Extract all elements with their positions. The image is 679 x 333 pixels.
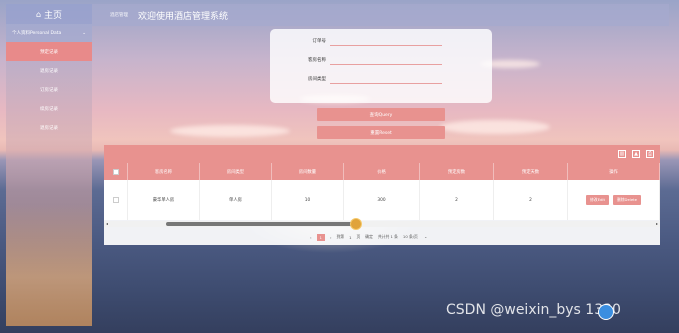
drag-handle-icon[interactable] <box>350 218 362 230</box>
sidebar-item-return[interactable]: 退房记录 <box>6 118 92 137</box>
room-type-input[interactable] <box>330 74 442 84</box>
column-header[interactable]: 预定天数 <box>494 163 568 180</box>
column-header[interactable]: 房间数量 <box>272 163 344 180</box>
page-suffix: 页 <box>356 234 361 239</box>
watermark-badge-icon <box>598 304 614 320</box>
chevron-down-icon: ⌄ <box>424 234 428 239</box>
pagination: ‹ 1 › 到第 1 页 确定 共计共 1 条 10 条/页 ⌄ <box>310 232 437 242</box>
scroll-right-icon[interactable]: ▸ <box>656 221 658 226</box>
breadcrumb: 酒店管理 <box>110 13 128 18</box>
select-all-cell <box>104 163 128 180</box>
row-select-cell <box>104 180 128 220</box>
sidebar-item-label: 预定记录 <box>40 49 58 55</box>
page-title: 欢迎使用酒店管理系统 <box>138 11 229 22</box>
watermark: CSDN @weixin_bys 1330 <box>446 302 621 318</box>
export-icon[interactable]: ▲ <box>632 150 640 158</box>
order-number-input[interactable] <box>330 36 442 46</box>
table-header: 客房名称 房间类型 房间数量 价格 预定房数 预定天数 操作 <box>104 163 660 180</box>
sidebar-group-personal-data[interactable]: 个人资料Personal Data ⌄ <box>6 24 92 42</box>
room-type-label: 房间类型 <box>308 77 326 82</box>
page-size-value: 10 条/页 <box>402 234 418 239</box>
room-name-cell: 豪华单人房 <box>128 180 200 220</box>
sidebar-item-renew[interactable]: 续房记录 <box>6 99 92 118</box>
print-icon[interactable]: ⎙ <box>646 150 654 158</box>
room-count-cell: 10 <box>272 180 344 220</box>
home-icon: ⌂ <box>35 9 42 19</box>
sidebar-item-label: 订房记录 <box>40 87 58 93</box>
edit-button[interactable]: 修改Edit <box>585 195 609 205</box>
search-row-order: 订单号 <box>270 35 492 47</box>
columns-icon[interactable]: ▥ <box>618 150 626 158</box>
actions-cell: 修改Edit 删除Delete <box>568 180 660 220</box>
search-panel: 订单号 客房名称 房间类型 <box>270 29 492 103</box>
column-header[interactable]: 价格 <box>344 163 420 180</box>
row-checkbox[interactable] <box>112 197 119 203</box>
booked-rooms-cell: 2 <box>420 180 494 220</box>
chevron-down-icon: ⌄ <box>82 30 86 36</box>
column-header[interactable]: 房间类型 <box>200 163 272 180</box>
sidebar-item-label: 退房记录 <box>40 125 58 131</box>
table-toolbar: ▥ ▲ ⎙ <box>104 145 660 163</box>
sidebar: ⌂ 主页 个人资料Personal Data ⌄ 预定记录 退房记录 订房记录 … <box>6 4 92 326</box>
sidebar-group-label: 个人资料Personal Data <box>12 31 62 36</box>
sidebar-item-checkout[interactable]: 退房记录 <box>6 61 92 80</box>
top-header: 酒店管理 欢迎使用酒店管理系统 <box>92 4 669 26</box>
column-header: 操作 <box>568 163 660 180</box>
sidebar-item-order[interactable]: 订房记录 <box>6 80 92 99</box>
query-button[interactable]: 查询Query <box>317 108 445 121</box>
decorative-reeds <box>6 204 92 326</box>
select-all-checkbox[interactable] <box>112 168 119 175</box>
cloud <box>440 120 550 134</box>
room-type-cell: 单人房 <box>200 180 272 220</box>
sidebar-item-booking[interactable]: 预定记录 <box>6 42 92 61</box>
room-name-label: 客房名称 <box>308 58 326 63</box>
total-count: 共计共 1 条 <box>377 234 398 239</box>
prev-page-icon[interactable]: ‹ <box>310 235 312 240</box>
data-table: ▥ ▲ ⎙ 客房名称 房间类型 房间数量 价格 预定房数 预定天数 操作 豪华单… <box>104 145 660 245</box>
current-page[interactable]: 1 <box>316 233 325 241</box>
sidebar-item-label: 退房记录 <box>40 68 58 74</box>
scrollbar-thumb[interactable] <box>166 222 356 226</box>
room-name-input[interactable] <box>330 55 442 65</box>
sidebar-title[interactable]: ⌂ 主页 <box>6 4 92 24</box>
reset-button[interactable]: 重置Reset <box>317 126 445 139</box>
goto-page-value[interactable]: 1 <box>349 235 351 240</box>
order-number-label: 订单号 <box>312 39 327 44</box>
sidebar-title-label: 主页 <box>44 10 63 21</box>
search-row-room-name: 客房名称 <box>270 54 492 66</box>
column-header[interactable]: 客房名称 <box>128 163 200 180</box>
page-size-select[interactable]: 10 条/页 ⌄ <box>403 234 432 240</box>
scroll-left-icon[interactable]: ◂ <box>106 221 108 226</box>
confirm-button[interactable]: 确定 <box>365 234 373 240</box>
goto-label: 到第 <box>336 234 345 239</box>
search-row-room-type: 房间类型 <box>270 73 492 85</box>
sidebar-item-label: 续房记录 <box>40 106 58 112</box>
horizontal-scrollbar[interactable]: ◂ ▸ <box>104 221 660 227</box>
next-page-icon[interactable]: › <box>330 235 332 240</box>
column-header[interactable]: 预定房数 <box>420 163 494 180</box>
table-row: 豪华单人房 单人房 10 300 2 2 修改Edit 删除Delete <box>104 180 660 220</box>
booked-days-cell: 2 <box>494 180 568 220</box>
price-cell: 300 <box>344 180 420 220</box>
delete-button[interactable]: 删除Delete <box>612 195 642 205</box>
cloud <box>170 125 290 137</box>
